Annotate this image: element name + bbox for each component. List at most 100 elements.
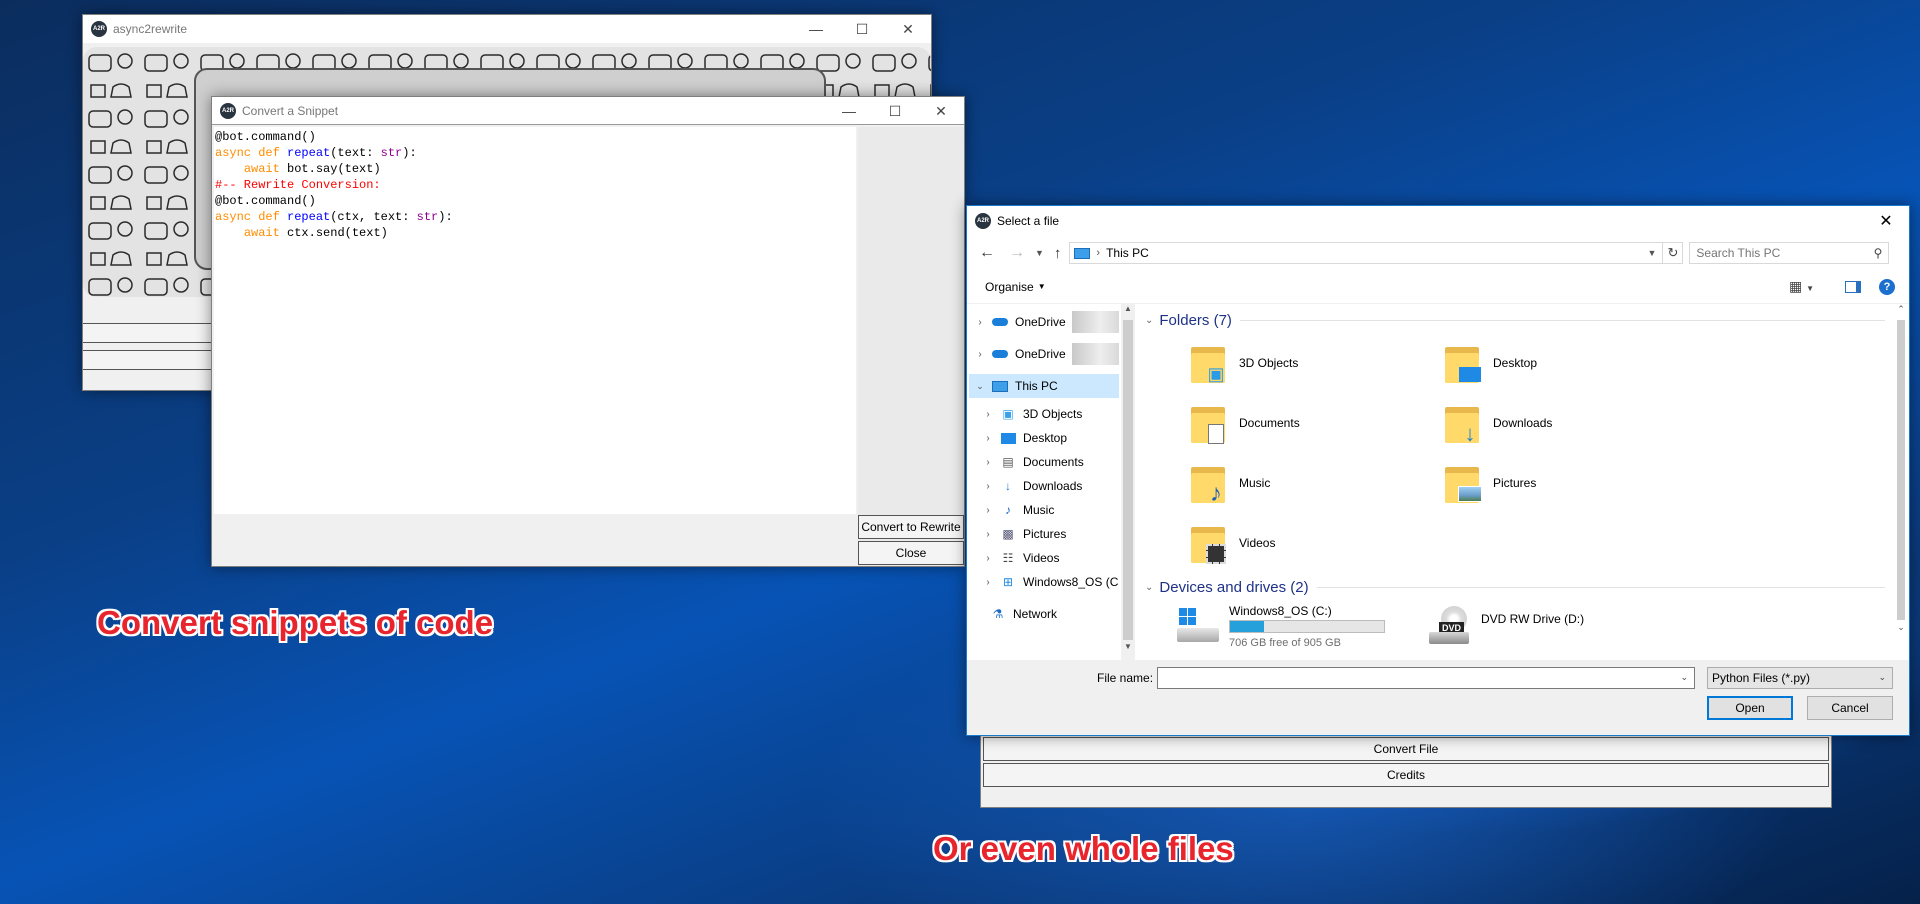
close-icon[interactable]: ✕ <box>1863 206 1909 236</box>
chevron-right-icon: › <box>978 316 982 328</box>
folder-icon: ♪ <box>1187 461 1229 507</box>
nav-label: OneDrive <box>1015 347 1066 361</box>
organise-button[interactable]: Organise ▼ <box>985 280 1046 294</box>
folder-videos[interactable]: Videos <box>1187 516 1437 570</box>
app-icon: A2R <box>975 213 991 229</box>
nav-item-onedrive[interactable]: › OneDrive <box>975 310 1119 334</box>
organise-label: Organise <box>985 279 1034 294</box>
code-line: async def repeat(ctx, text: str): <box>215 210 453 224</box>
nav-item-desktop[interactable]: › Desktop <box>983 426 1067 450</box>
recent-dropdown-icon[interactable]: ▼ <box>1035 248 1044 258</box>
open-button[interactable]: Open <box>1707 696 1793 720</box>
close-icon[interactable]: ✕ <box>885 15 931 43</box>
maximize-icon[interactable]: ☐ <box>839 15 885 43</box>
close-icon[interactable]: ✕ <box>918 97 964 125</box>
search-box[interactable]: ⚲ <box>1689 242 1890 264</box>
caption-snippets: Convert snippets of code <box>97 604 494 641</box>
chevron-right-icon: › <box>986 480 990 492</box>
scroll-up-icon[interactable]: ⌃ <box>1893 304 1909 318</box>
drive-usage-fill <box>1230 621 1264 632</box>
breadcrumb-chevron-icon: › <box>1096 247 1101 259</box>
download-arrow-icon: ↓ <box>1005 479 1011 493</box>
chevron-right-icon: › <box>986 552 990 564</box>
chevron-down-icon[interactable]: ⌄ <box>1680 672 1688 683</box>
chevron-down-icon: ⌄ <box>976 380 984 391</box>
search-icon[interactable]: ⚲ <box>1874 246 1883 260</box>
nav-item-pictures[interactable]: › ▩ Pictures <box>983 522 1066 546</box>
folder-pictures[interactable]: Pictures <box>1441 456 1691 510</box>
main-window-title: async2rewrite <box>113 22 188 36</box>
back-arrow-icon[interactable]: ← <box>979 244 995 262</box>
convert-file-button[interactable]: Convert File <box>983 737 1829 761</box>
minimize-icon[interactable]: — <box>826 97 872 125</box>
content-scrollbar[interactable]: ⌃ ⌄ <box>1893 304 1909 660</box>
nav-item-network[interactable]: ⚗ Network <box>989 602 1057 626</box>
address-row: ← → ▼ ↑ › This PC ▼ ↻ ⚲ <box>967 236 1909 270</box>
credits-button[interactable]: Credits <box>983 763 1829 787</box>
cancel-button[interactable]: Cancel <box>1807 696 1893 720</box>
scroll-up-icon[interactable]: ▲ <box>1121 304 1135 318</box>
file-name-input[interactable] <box>1162 669 1662 687</box>
nav-item-windows-drive[interactable]: › ⊞ Windows8_OS (C:) <box>983 570 1119 594</box>
drive-c[interactable]: Windows8_OS (C:) 706 GB free of 905 GB <box>1177 602 1417 652</box>
folder-music[interactable]: ♪ Music <box>1187 456 1437 510</box>
nav-item-documents[interactable]: › ▤ Documents <box>983 450 1083 474</box>
close-button[interactable]: Close <box>858 541 964 565</box>
preview-pane-icon[interactable] <box>1845 280 1861 293</box>
folder-desktop[interactable]: Desktop <box>1441 336 1691 390</box>
snippet-window-title: Convert a Snippet <box>242 103 339 118</box>
file-name-label: File name: <box>1097 671 1154 685</box>
main-titlebar[interactable]: A2R async2rewrite — ☐ ✕ <box>83 15 931 43</box>
snippet-titlebar[interactable]: A2R Convert a Snippet — ☐ ✕ <box>212 97 964 125</box>
scroll-down-icon[interactable]: ▼ <box>1121 642 1135 656</box>
file-name-combo[interactable]: ⌄ <box>1157 667 1695 689</box>
forward-arrow-icon[interactable]: → <box>1009 244 1025 262</box>
navigation-pane: › OneDrive › OneDrive ⌄ This PC › ▣ 3D Obj… <box>967 304 1119 660</box>
scroll-thumb[interactable] <box>1123 320 1133 640</box>
search-input[interactable] <box>1696 246 1867 260</box>
folders-section-header[interactable]: ⌄ Folders (7) <box>1145 312 1885 329</box>
nav-item-videos[interactable]: › ☷ Videos <box>983 546 1059 570</box>
code-editor[interactable]: @bot.command() async def repeat(text: st… <box>214 127 856 514</box>
view-options-icon[interactable]: ▦ ▼ <box>1789 278 1814 295</box>
nav-item-this-pc[interactable]: ⌄ This PC <box>969 374 1119 398</box>
folder-3d-objects[interactable]: ▣ 3D Objects <box>1187 336 1437 390</box>
drives-section-header[interactable]: ⌄ Devices and drives (2) <box>1145 579 1885 596</box>
nav-item-3d-objects[interactable]: › ▣ 3D Objects <box>983 402 1082 426</box>
convert-to-rewrite-button[interactable]: Convert to Rewrite <box>858 515 964 539</box>
help-icon[interactable]: ? <box>1879 278 1895 295</box>
snippet-side-panel: Convert to Rewrite Close <box>858 127 964 566</box>
nav-label: OneDrive <box>1015 315 1066 329</box>
address-bar[interactable]: › This PC ▼ <box>1069 242 1664 264</box>
chevron-right-icon: › <box>986 528 990 540</box>
nav-label: Downloads <box>1023 479 1083 493</box>
code-line: @bot.command() <box>215 130 316 144</box>
blurred-account-name <box>1071 343 1119 365</box>
refresh-icon[interactable]: ↻ <box>1663 242 1684 264</box>
scroll-thumb[interactable] <box>1897 320 1905 620</box>
scroll-down-icon[interactable]: ⌄ <box>1893 622 1909 636</box>
folder-documents[interactable]: Documents <box>1187 396 1437 450</box>
minimize-icon[interactable]: — <box>793 15 839 43</box>
nav-item-downloads[interactable]: › ↓ Downloads <box>983 474 1082 498</box>
nav-scrollbar[interactable]: ▲ ▼ <box>1121 304 1135 660</box>
onedrive-icon <box>991 314 1009 330</box>
chevron-right-icon: › <box>986 408 990 420</box>
blurred-account-name <box>1071 311 1119 333</box>
nav-label: Desktop <box>1023 431 1068 445</box>
network-icon: ⚗ <box>992 607 1004 621</box>
up-arrow-icon[interactable]: ↑ <box>1054 245 1062 262</box>
folder-downloads[interactable]: ↓ Downloads <box>1441 396 1691 450</box>
file-type-select[interactable]: Python Files (*.py) ⌄ <box>1707 667 1893 689</box>
chevron-right-icon: › <box>986 432 990 444</box>
nav-item-music[interactable]: › ♪ Music <box>983 498 1054 522</box>
dialog-titlebar[interactable]: A2R Select a file ✕ <box>967 206 1909 236</box>
document-icon: ▤ <box>1002 455 1014 469</box>
app-icon: A2R <box>220 102 236 119</box>
drive-usage-bar <box>1229 620 1385 633</box>
file-type-value: Python Files (*.py) <box>1712 671 1811 685</box>
maximize-icon[interactable]: ☐ <box>872 97 918 125</box>
drive-d[interactable]: DVD DVD RW Drive (D:) <box>1429 602 1669 652</box>
address-dropdown-icon[interactable]: ▼ <box>1648 248 1657 258</box>
nav-item-onedrive[interactable]: › OneDrive <box>975 342 1119 366</box>
